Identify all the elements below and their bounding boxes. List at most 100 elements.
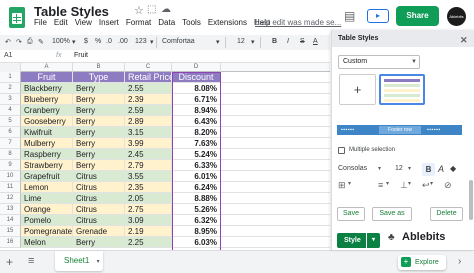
document-title[interactable]: Table Styles [34,4,109,19]
column-header[interactable]: B [73,63,125,72]
table-cell[interactable]: Citrus [73,204,125,215]
menu-file[interactable]: File [34,18,47,27]
table-cell[interactable]: Mulberry [21,138,73,149]
table-cell[interactable]: 8.08% [172,83,221,94]
row-header[interactable]: 5 [0,116,21,127]
table-cell[interactable]: Raspberry [21,149,73,160]
table-cell[interactable]: Citrus [73,215,125,226]
font-select[interactable]: Comfortaa [162,38,195,45]
menu-edit[interactable]: Edit [54,18,68,27]
table-cell[interactable]: 6.03% [172,237,221,248]
border-icon[interactable]: ⊞ [338,180,346,191]
table-cell[interactable]: 2.59 [125,105,172,116]
table-cell[interactable]: 2.05 [125,193,172,204]
table-cell[interactable]: 5.26% [172,204,221,215]
table-cell[interactable]: 6.43% [172,116,221,127]
empty-cell[interactable] [221,83,330,94]
empty-cell[interactable] [221,72,330,83]
empty-cell[interactable] [221,149,330,160]
fill-color-icon[interactable]: ◆ [450,164,456,173]
table-cell[interactable]: Berry [73,237,125,248]
redo-icon[interactable]: ↷ [16,38,22,46]
save-as-button[interactable]: Save as [372,207,412,221]
table-cell[interactable]: 6.32% [172,215,221,226]
row-header[interactable]: 6 [0,127,21,138]
all-sheets-button[interactable]: ≡ [28,255,34,267]
table-cell[interactable]: 2.19 [125,226,172,237]
font-size-chevron-icon[interactable]: ▾ [251,38,255,46]
table-cell[interactable]: 3.09 [125,215,172,226]
table-cell[interactable]: 8.88% [172,193,221,204]
table-cell[interactable]: Strawberry [21,160,73,171]
table-cell[interactable]: 2.45 [125,149,172,160]
table-cell[interactable]: Lime [21,193,73,204]
empty-cell[interactable] [221,204,330,215]
chevron-down-icon[interactable]: ▾ [408,180,411,187]
table-cell[interactable]: Cranberry [21,105,73,116]
table-cell[interactable]: Blueberry [21,94,73,105]
share-button[interactable]: Share [396,6,439,26]
table-cell[interactable]: 2.35 [125,182,172,193]
header-cell[interactable]: Fruit [21,72,73,83]
percent-button[interactable]: % [95,38,101,45]
row-header[interactable]: 14 [0,215,21,226]
table-cell[interactable]: 8.20% [172,127,221,138]
empty-cell[interactable] [221,138,330,149]
chevron-down-icon[interactable]: ▾ [408,165,411,172]
sheets-logo-icon[interactable] [9,7,25,28]
row-header[interactable]: 1 [0,72,21,83]
multiple-selection-checkbox[interactable]: Multiple selection [338,147,395,154]
footer-row-label[interactable]: Footer row [379,126,421,134]
text-color-icon[interactable]: A [313,38,318,45]
menu-view[interactable]: View [75,18,92,27]
style-thumbnail-selected[interactable] [379,74,425,105]
panel-font-size-select[interactable]: 12 [395,165,403,172]
empty-cell[interactable] [221,226,330,237]
empty-cell[interactable] [221,237,330,248]
table-cell[interactable]: 2.39 [125,94,172,105]
table-cell[interactable]: Lemon [21,182,73,193]
add-sheet-button[interactable]: + [6,255,13,269]
table-cell[interactable]: Citrus [73,193,125,204]
panel-scrollbar[interactable] [469,180,473,220]
bold-icon[interactable]: B [272,38,277,45]
italic-icon[interactable]: I [287,38,289,45]
chevron-down-icon[interactable]: ▾ [348,180,351,187]
panel-bold-button[interactable]: B [422,163,435,176]
column-header[interactable]: C [125,63,172,72]
star-icon[interactable]: ☆ [134,4,144,17]
increase-decimal-button[interactable]: .00 [118,38,128,45]
menu-extensions[interactable]: Extensions [208,18,247,27]
column-header[interactable]: A [21,63,73,72]
spreadsheet-grid[interactable]: A B C D 1 Fruit Type Retail Price Discount 2 B… [0,63,330,250]
chevron-down-icon[interactable]: ▾ [386,180,389,187]
header-cell[interactable]: Discount [172,72,221,83]
table-cell[interactable]: 7.63% [172,138,221,149]
table-cell[interactable]: Orange [21,204,73,215]
table-cell[interactable]: Grapefruit [21,171,73,182]
table-cell[interactable]: 6.33% [172,160,221,171]
table-cell[interactable]: 6.24% [172,182,221,193]
paint-format-icon[interactable]: ✎ [38,38,44,46]
empty-cell[interactable] [221,215,330,226]
add-style-button[interactable]: + [339,74,376,105]
table-cell[interactable]: 5.24% [172,149,221,160]
font-chevron-icon[interactable]: ▾ [216,38,220,46]
table-cell[interactable]: Gooseberry [21,116,73,127]
sheet-tab-active[interactable]: Sheet1 ▾ [55,251,103,271]
table-cell[interactable]: 8.94% [172,105,221,116]
empty-cell[interactable] [221,94,330,105]
empty-cell[interactable] [221,116,330,127]
zoom-chevron-icon[interactable]: ▾ [72,38,76,46]
text-color-icon[interactable]: A [438,164,444,174]
sheet-tab-chevron-icon[interactable]: ▾ [97,259,100,265]
name-box[interactable]: A1 [4,52,13,59]
table-cell[interactable]: Melon [21,237,73,248]
row-header[interactable]: 16 [0,237,21,248]
menu-tools[interactable]: Tools [182,18,201,27]
table-cell[interactable]: 2.55 [125,83,172,94]
save-button[interactable]: Save [337,207,365,221]
header-cell[interactable]: Type [73,72,125,83]
table-cell[interactable]: Blackberry [21,83,73,94]
table-cell[interactable]: 3.15 [125,127,172,138]
